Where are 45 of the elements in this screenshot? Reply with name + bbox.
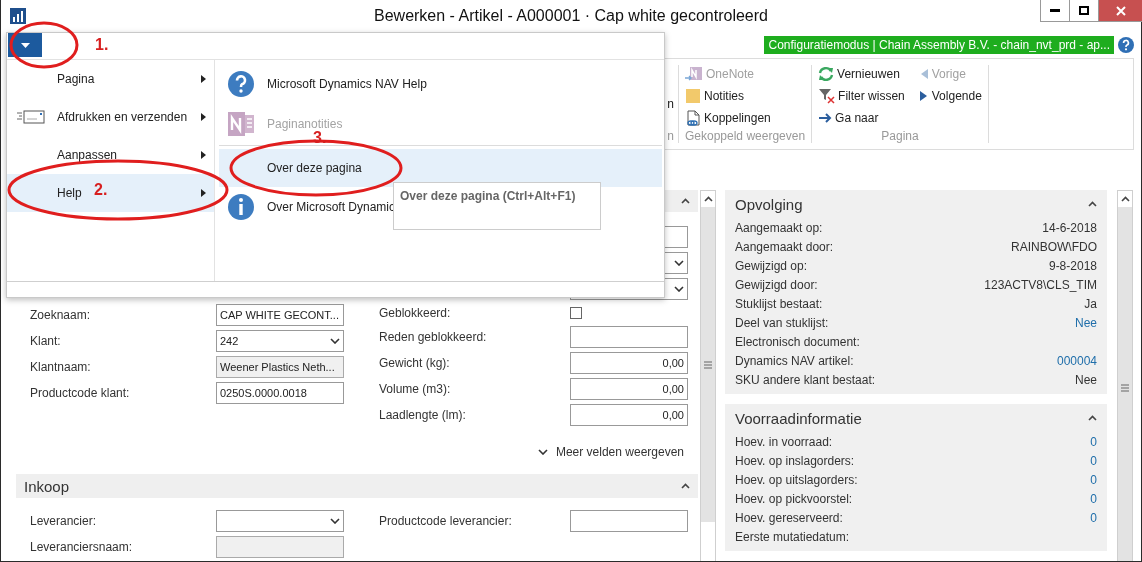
field-label: Leveranciersnaam:: [30, 540, 134, 554]
field-value: RAINBOW\FDO: [1011, 239, 1097, 254]
group-label: Pagina: [880, 129, 920, 143]
field-label: Aangemaakt door:: [735, 239, 834, 254]
section-title: Inkoop: [24, 477, 70, 495]
factbox-title: Opvolging: [735, 195, 803, 213]
field-label: Electronisch document:: [735, 334, 860, 349]
field-label: Gewicht (kg):: [379, 356, 451, 370]
configuration-banner: Configuratiemodus | Chain Assembly B.V. - chain_nvt_prd - ap...: [764, 36, 1114, 54]
tooltip: Over deze pagina (Ctrl+Alt+F1): [393, 182, 601, 230]
field-label: Stuklijst bestaat:: [735, 296, 823, 311]
field-label: Hoev. in voorraad:: [735, 434, 833, 449]
field-label: Hoev. op uitslagorders:: [735, 472, 858, 487]
field-label: Laadlengte (lm):: [379, 408, 467, 422]
field-label: Hoev. op inslagorders:: [735, 453, 855, 468]
field-label: Volume (m3):: [379, 382, 452, 396]
field-label: Gewijzigd op:: [735, 258, 808, 273]
field-value: Nee: [1075, 372, 1097, 387]
annotation-number: 2.: [94, 181, 108, 199]
field-label: Klantnaam:: [30, 360, 92, 374]
field-value: 14-6-2018: [1042, 220, 1097, 235]
field-label: Dynamics NAV artikel:: [735, 353, 854, 368]
field-value: Ja: [1084, 296, 1097, 311]
field-label: Hoev. op pickvoorstel:: [735, 491, 853, 506]
field-label: Aangemaakt op:: [735, 220, 823, 235]
field-label: Leverancier:: [30, 514, 98, 528]
field-label: SKU andere klant bestaat:: [735, 372, 876, 387]
window-title: Bewerken - Artikel - A000001 · Cap white gecontroleerd: [374, 7, 768, 24]
field-label: Gewijzigd door:: [735, 277, 818, 292]
factbox-title: Voorraadinformatie: [735, 409, 862, 427]
field-label: Deel van stuklijst:: [735, 315, 829, 330]
field-label: Zoeknaam:: [30, 308, 92, 322]
readonly-field: Weener Plastics Neth...: [216, 356, 344, 378]
annotation-number: 1.: [95, 36, 109, 54]
group-label: n: [667, 129, 674, 143]
field-label: Klant:: [30, 334, 62, 348]
field-value: 123ACTV8\CLS_TIM: [984, 277, 1097, 292]
field-label: Hoev. gereserveerd:: [735, 510, 843, 525]
field-value: 9-8-2018: [1048, 258, 1097, 273]
field-label: Productcode klant:: [30, 386, 131, 400]
field-label: Geblokkeerd:: [379, 306, 452, 320]
field-label: Productcode leverancier:: [379, 514, 513, 528]
group-label: Gekoppeld weergeven: [685, 129, 806, 143]
field-label: Eerste mutatiedatum:: [735, 529, 850, 544]
field-label: Reden geblokkeerd:: [379, 330, 488, 344]
